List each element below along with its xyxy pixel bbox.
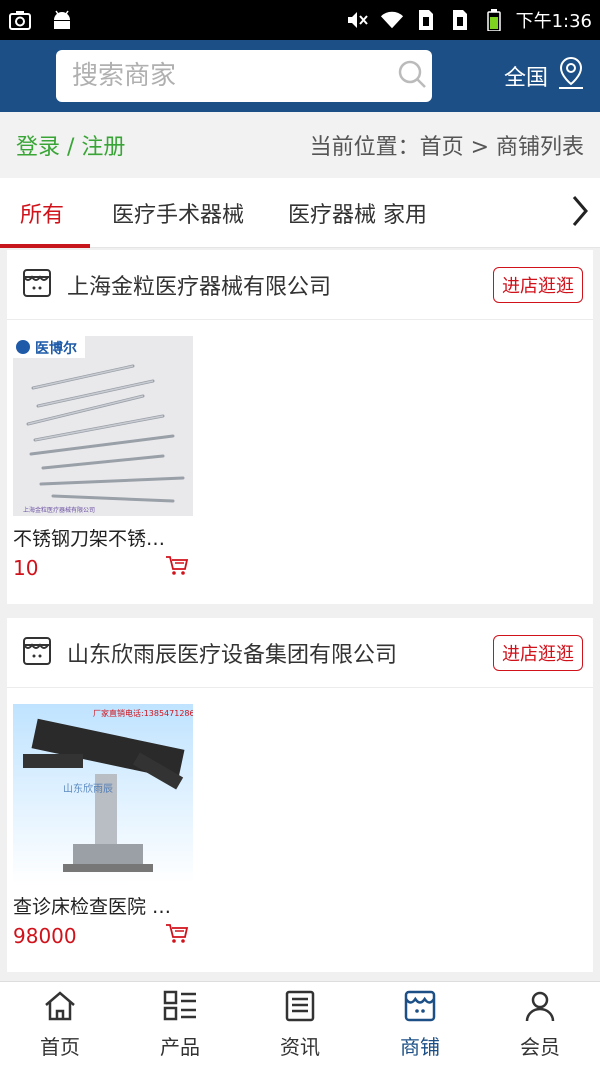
breadcrumb-row: 登录 / 注册 当前位置：首页 > 商铺列表 xyxy=(0,112,600,178)
mute-icon xyxy=(346,9,370,31)
nav-products-label: 产品 xyxy=(160,1034,200,1059)
product-item[interactable]: 厂家直销电话:13854712869 山东欣雨辰 查诊床检查医院 … 98000 xyxy=(13,704,200,949)
clock: 下午1:36 xyxy=(515,11,592,32)
nav-member[interactable]: 会员 xyxy=(480,982,600,1067)
bottom-nav: 首页 产品 资讯 商铺 会员 xyxy=(0,981,600,1067)
nav-home[interactable]: 首页 xyxy=(0,982,120,1067)
product-image[interactable]: 医博尔 上海金粒医疗器械有限公司 xyxy=(13,336,193,516)
tab-surgical-instruments[interactable]: 医疗手术器械 xyxy=(112,178,244,248)
home-icon xyxy=(43,990,77,1027)
product-item[interactable]: 医博尔 上海金粒医疗器械有限公司 不锈钢刀架不锈… 10 xyxy=(13,336,193,581)
header-bar: 全国 xyxy=(0,40,600,112)
cart-icon[interactable] xyxy=(165,923,189,949)
search-icon[interactable] xyxy=(396,58,428,94)
nav-member-label: 会员 xyxy=(520,1034,560,1059)
news-icon xyxy=(283,990,317,1027)
shop-card: 山东欣雨辰医疗设备集团有限公司 进店逛逛 厂家直销电话:13854712869 xyxy=(7,618,593,972)
shop-card: 上海金粒医疗器械有限公司 进店逛逛 医博尔 上海金粒医疗器械有限公司 不锈钢刀架… xyxy=(7,250,593,604)
wifi-icon xyxy=(380,9,404,31)
category-tabs: 所有 医疗手术器械 医疗器械 家用 xyxy=(0,178,600,248)
search-input[interactable] xyxy=(72,61,396,91)
search-box[interactable] xyxy=(56,50,432,102)
product-price: 98000 xyxy=(13,924,77,948)
breadcrumb: 当前位置：首页 > 商铺列表 xyxy=(309,135,584,160)
nav-shops[interactable]: 商铺 xyxy=(360,982,480,1067)
sim1-icon xyxy=(414,9,438,31)
screenshot-icon xyxy=(8,9,32,31)
shop-icon xyxy=(403,990,437,1027)
store-icon xyxy=(21,267,53,303)
tab-home-medical-devices[interactable]: 医疗器械 家用 xyxy=(288,178,427,248)
shop-name[interactable]: 上海金粒医疗器械有限公司 xyxy=(67,269,331,301)
location-pin-icon xyxy=(556,56,586,96)
tabs-next-button[interactable] xyxy=(560,178,600,248)
nav-news-label: 资讯 xyxy=(280,1034,320,1059)
cart-icon[interactable] xyxy=(165,555,189,581)
product-title[interactable]: 查诊床检查医院 … xyxy=(13,892,193,919)
region-selector[interactable]: 全国 xyxy=(504,56,586,96)
image-watermark: 山东欣雨辰 xyxy=(63,782,113,795)
brand-logo-text: 医博尔 xyxy=(35,340,77,357)
user-icon xyxy=(523,990,557,1027)
product-title[interactable]: 不锈钢刀架不锈… xyxy=(13,524,193,551)
image-caption: 上海金粒医疗器械有限公司 xyxy=(23,506,95,514)
shop-header[interactable]: 上海金粒医疗器械有限公司 进店逛逛 xyxy=(7,250,593,320)
login-register-link[interactable]: 登录 / 注册 xyxy=(16,129,125,161)
status-bar: 下午1:36 xyxy=(0,0,600,40)
android-icon xyxy=(50,9,74,31)
visit-shop-button[interactable]: 进店逛逛 xyxy=(493,634,583,671)
product-price: 10 xyxy=(13,556,39,580)
region-label: 全国 xyxy=(503,66,548,91)
sim2-icon xyxy=(448,9,472,31)
product-image[interactable]: 厂家直销电话:13854712869 山东欣雨辰 xyxy=(13,704,200,884)
visit-shop-button[interactable]: 进店逛逛 xyxy=(493,266,583,303)
price-row: 10 xyxy=(13,555,193,581)
nav-home-label: 首页 xyxy=(40,1034,80,1059)
tab-all[interactable]: 所有 xyxy=(0,178,91,248)
shop-name[interactable]: 山东欣雨辰医疗设备集团有限公司 xyxy=(67,637,397,669)
chevron-right-icon xyxy=(570,194,590,232)
nav-shops-label: 商铺 xyxy=(400,1034,440,1059)
price-row: 98000 xyxy=(13,923,193,949)
image-banner: 厂家直销电话:13854712869 xyxy=(93,708,193,718)
nav-products[interactable]: 产品 xyxy=(120,982,240,1067)
nav-news[interactable]: 资讯 xyxy=(240,982,360,1067)
store-icon xyxy=(21,635,53,671)
battery-icon xyxy=(482,9,506,31)
shop-header[interactable]: 山东欣雨辰医疗设备集团有限公司 进店逛逛 xyxy=(7,618,593,688)
grid-list-icon xyxy=(163,990,197,1027)
